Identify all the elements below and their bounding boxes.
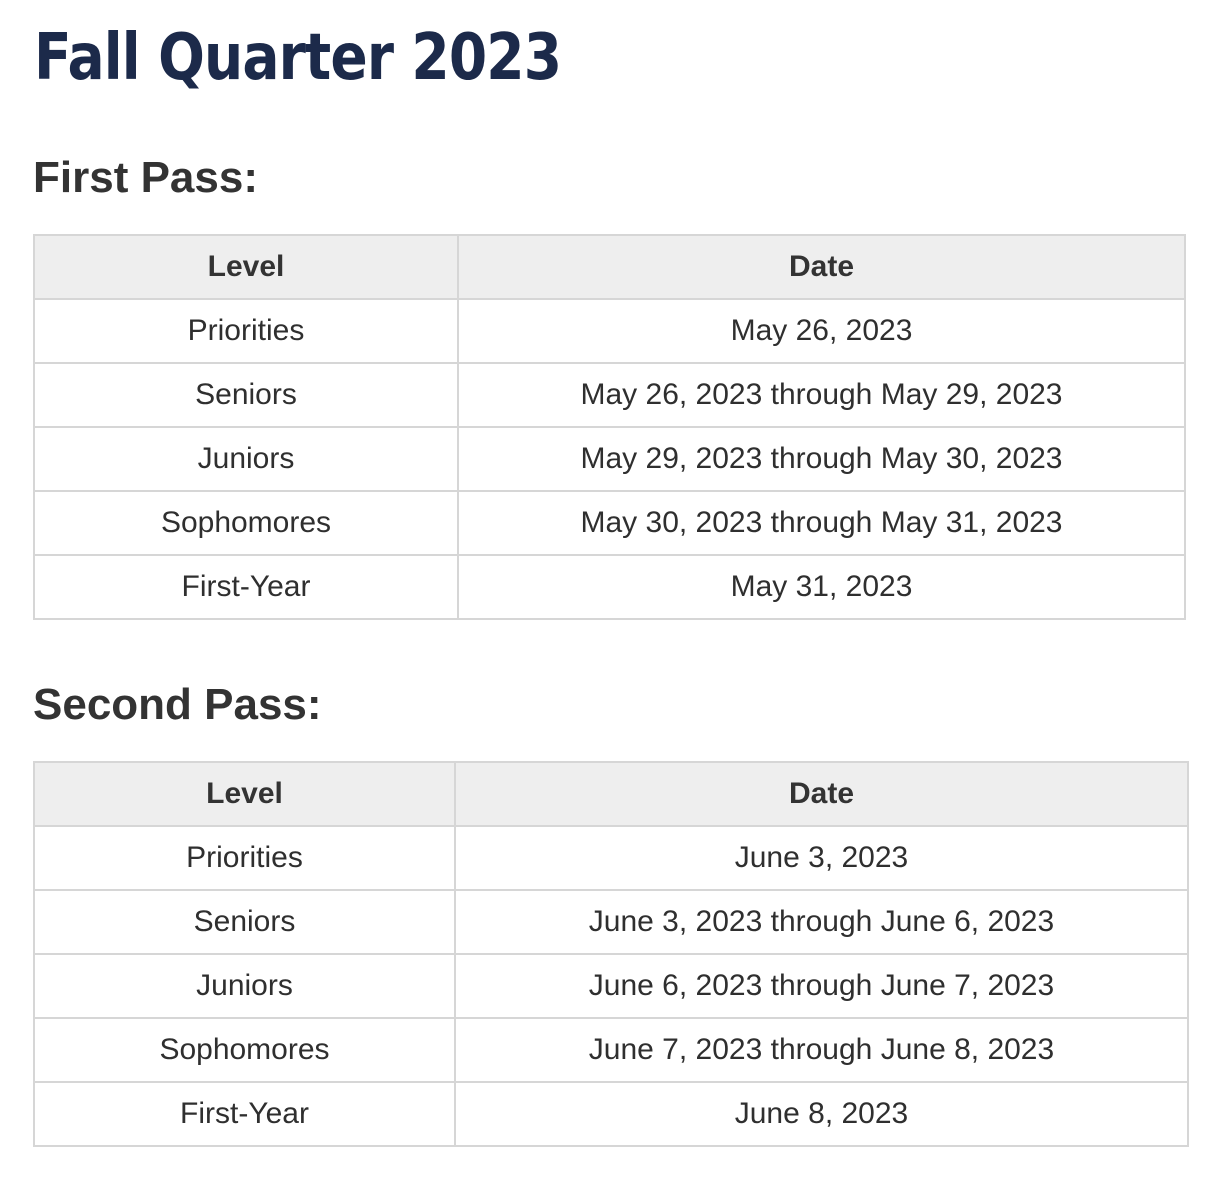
first-pass-table: Level Date Priorities May 26, 2023 Senio… <box>33 234 1186 620</box>
column-header-level: Level <box>33 761 456 827</box>
first-pass-heading: First Pass: <box>33 153 258 202</box>
level-cell: Priorities <box>33 825 456 891</box>
table-row: Seniors June 3, 2023 through June 6, 202… <box>33 889 1189 955</box>
level-cell: First-Year <box>33 1081 456 1147</box>
table-row: Seniors May 26, 2023 through May 29, 202… <box>33 362 1186 428</box>
table-row: Juniors June 6, 2023 through June 7, 202… <box>33 953 1189 1019</box>
level-cell: Priorities <box>33 298 459 364</box>
table-row: Priorities June 3, 2023 <box>33 825 1189 891</box>
level-cell: Sophomores <box>33 490 459 556</box>
date-cell: May 31, 2023 <box>457 554 1186 620</box>
column-header-date: Date <box>457 234 1186 300</box>
table-row: Juniors May 29, 2023 through May 30, 202… <box>33 426 1186 492</box>
date-cell: June 6, 2023 through June 7, 2023 <box>454 953 1189 1019</box>
date-cell: June 3, 2023 through June 6, 2023 <box>454 889 1189 955</box>
table-row: First-Year May 31, 2023 <box>33 554 1186 620</box>
table-row: Priorities May 26, 2023 <box>33 298 1186 364</box>
level-cell: Juniors <box>33 953 456 1019</box>
column-header-level: Level <box>33 234 459 300</box>
date-cell: June 7, 2023 through June 8, 2023 <box>454 1017 1189 1083</box>
second-pass-heading: Second Pass: <box>33 680 322 729</box>
level-cell: Juniors <box>33 426 459 492</box>
date-cell: May 30, 2023 through May 31, 2023 <box>457 490 1186 556</box>
level-cell: Seniors <box>33 889 456 955</box>
table-header-row: Level Date <box>33 234 1186 300</box>
page-title: Fall Quarter 2023 <box>34 21 562 95</box>
date-cell: June 8, 2023 <box>454 1081 1189 1147</box>
date-cell: June 3, 2023 <box>454 825 1189 891</box>
column-header-date: Date <box>454 761 1189 827</box>
table-header-row: Level Date <box>33 761 1189 827</box>
date-cell: May 29, 2023 through May 30, 2023 <box>457 426 1186 492</box>
date-cell: May 26, 2023 <box>457 298 1186 364</box>
second-pass-table: Level Date Priorities June 3, 2023 Senio… <box>33 761 1189 1147</box>
level-cell: Seniors <box>33 362 459 428</box>
date-cell: May 26, 2023 through May 29, 2023 <box>457 362 1186 428</box>
table-row: Sophomores June 7, 2023 through June 8, … <box>33 1017 1189 1083</box>
table-row: First-Year June 8, 2023 <box>33 1081 1189 1147</box>
level-cell: First-Year <box>33 554 459 620</box>
level-cell: Sophomores <box>33 1017 456 1083</box>
table-row: Sophomores May 30, 2023 through May 31, … <box>33 490 1186 556</box>
